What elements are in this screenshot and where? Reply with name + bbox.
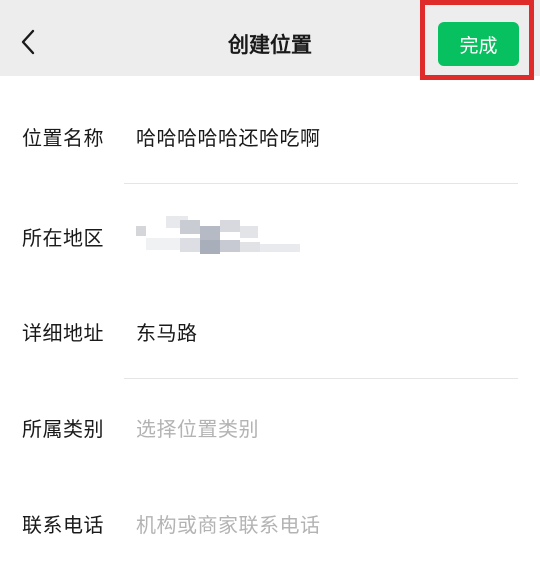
address-row[interactable]: 详细地址 东马路 bbox=[0, 283, 540, 379]
location-name-input[interactable]: 哈哈哈哈哈还哈吃啊 bbox=[136, 88, 520, 184]
redacted-region-mosaic bbox=[136, 216, 306, 256]
category-label: 所属类别 bbox=[22, 416, 104, 441]
back-button[interactable] bbox=[12, 22, 44, 62]
divider bbox=[124, 183, 518, 184]
region-label: 所在地区 bbox=[22, 225, 104, 250]
category-row[interactable]: 所属类别 选择位置类别 bbox=[0, 379, 540, 475]
chevron-left-icon bbox=[21, 29, 35, 55]
phone-label: 联系电话 bbox=[22, 512, 104, 537]
location-name-label: 位置名称 bbox=[22, 125, 104, 150]
phone-row[interactable]: 联系电话 机构或商家联系电话 bbox=[0, 475, 540, 571]
category-selector[interactable]: 选择位置类别 bbox=[136, 379, 520, 475]
phone-input[interactable]: 机构或商家联系电话 bbox=[136, 475, 520, 571]
location-name-row[interactable]: 位置名称 哈哈哈哈哈还哈吃啊 bbox=[0, 88, 540, 184]
address-label: 详细地址 bbox=[22, 320, 104, 345]
done-button[interactable]: 完成 bbox=[438, 22, 519, 66]
address-input[interactable]: 东马路 bbox=[136, 283, 520, 379]
